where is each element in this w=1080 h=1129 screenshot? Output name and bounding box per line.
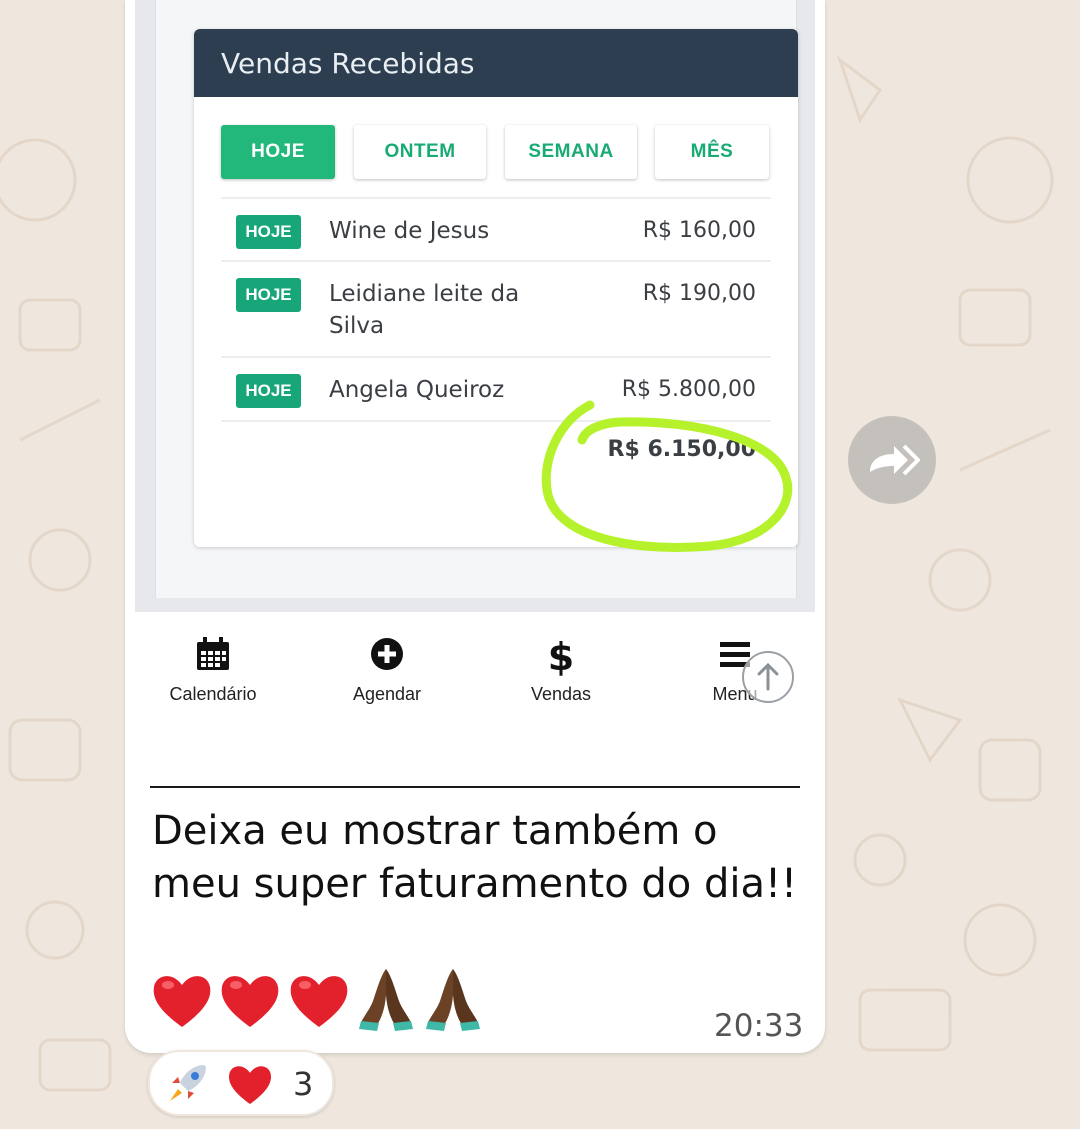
- scroll-to-top-button[interactable]: [742, 651, 794, 703]
- nav-agendar[interactable]: Agendar: [317, 636, 457, 705]
- rocket-icon: [170, 1065, 206, 1101]
- sales-total: R$ 6.150,00: [607, 437, 756, 462]
- reaction-count: 3: [293, 1065, 314, 1103]
- red-heart-icon: [229, 1066, 271, 1105]
- status-badge: HOJE: [236, 278, 301, 312]
- client-name: Leidiane leite da Silva: [329, 281, 520, 339]
- folded-hands-icon: [425, 969, 480, 1031]
- tab-ontem[interactable]: ONTEM: [354, 125, 486, 179]
- red-heart-icon: [153, 976, 211, 1027]
- sales-list: HOJE Wine de Jesus R$ 160,00 HOJE Leidia…: [221, 197, 771, 422]
- red-heart-icon: [222, 976, 279, 1027]
- arrow-up-icon: [757, 662, 779, 691]
- card-title: Vendas Recebidas: [194, 29, 798, 97]
- sales-card: Vendas Recebidas HOJE ONTEM SEMANA MÊS H…: [194, 29, 798, 547]
- folded-hands-icon: [359, 969, 414, 1031]
- dollar-icon: $: [548, 636, 574, 676]
- forward-button[interactable]: [848, 416, 936, 504]
- message-text: Deixa eu mostrar também o meu super fatu…: [152, 808, 798, 907]
- reactions-pill[interactable]: 3: [148, 1050, 334, 1116]
- client-name: Wine de Jesus: [329, 218, 490, 244]
- tab-hoje[interactable]: HOJE: [221, 125, 335, 179]
- shared-screenshot[interactable]: Vendas Recebidas HOJE ONTEM SEMANA MÊS H…: [135, 0, 815, 612]
- sale-row[interactable]: HOJE Angela Queiroz R$ 5.800,00: [221, 356, 771, 422]
- nav-label: Calendário: [169, 684, 257, 704]
- svg-text:$: $: [548, 636, 574, 676]
- sale-value: R$ 5.800,00: [621, 377, 756, 402]
- client-name: Angela Queiroz: [329, 377, 505, 403]
- calendar-icon: [197, 637, 229, 670]
- nav-label: Agendar: [352, 684, 422, 704]
- nav-vendas[interactable]: $ Vendas: [491, 636, 631, 705]
- red-heart-icon: [290, 976, 348, 1027]
- tab-semana[interactable]: SEMANA: [505, 125, 637, 179]
- forward-icon: [870, 444, 920, 476]
- separator-line: [150, 786, 800, 788]
- app-bottom-nav: Calendário Agendar $ Vendas Menu: [135, 612, 815, 787]
- tab-mes[interactable]: MÊS: [655, 125, 769, 179]
- sale-row[interactable]: HOJE Leidiane leite da Silva R$ 190,00: [221, 260, 771, 356]
- message-emojis: [150, 965, 484, 1035]
- sale-value: R$ 190,00: [642, 281, 756, 306]
- app-content: Vendas Recebidas HOJE ONTEM SEMANA MÊS H…: [155, 0, 798, 598]
- status-badge: HOJE: [236, 215, 301, 249]
- period-tabs: HOJE ONTEM SEMANA MÊS: [221, 125, 771, 181]
- status-badge: HOJE: [236, 374, 301, 408]
- message-timestamp: 20:33: [714, 1008, 804, 1044]
- nav-label: Vendas: [530, 684, 592, 704]
- sale-row[interactable]: HOJE Wine de Jesus R$ 160,00: [221, 197, 771, 260]
- nav-calendario[interactable]: Calendário: [143, 636, 283, 705]
- sale-value: R$ 160,00: [642, 218, 756, 243]
- plus-circle-icon: [371, 638, 403, 670]
